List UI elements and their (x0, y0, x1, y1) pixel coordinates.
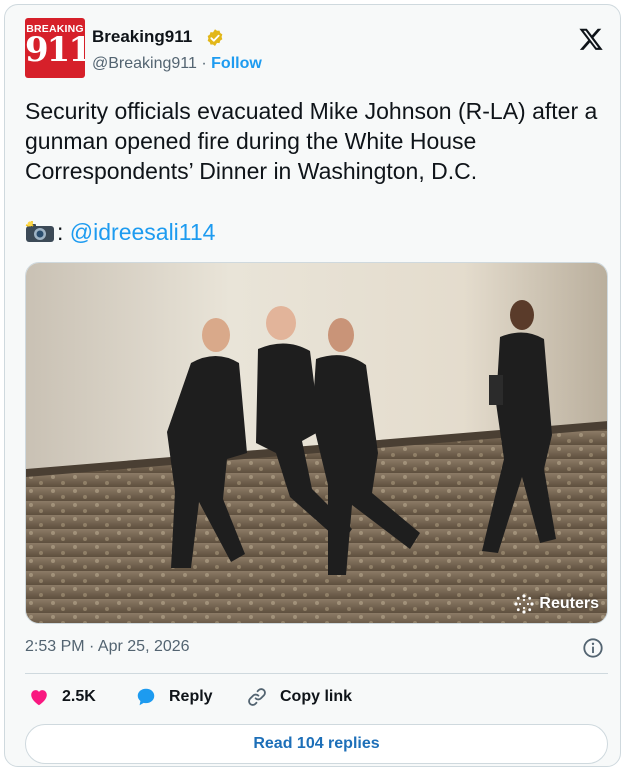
read-replies-button[interactable]: Read 104 replies (25, 724, 608, 764)
tweet-photo[interactable]: Reuters (25, 262, 608, 624)
copy-link-button[interactable]: Copy link (246, 686, 352, 708)
photo-credit: : @idreesali114 (25, 217, 215, 247)
reuters-watermark: Reuters (513, 593, 599, 615)
like-button[interactable]: 2.5K (28, 686, 96, 708)
author-handle[interactable]: @Breaking911 (92, 55, 197, 72)
verified-badge-icon (207, 29, 223, 46)
photo-image (26, 263, 607, 623)
avatar[interactable]: BREAKING 911 (25, 18, 85, 78)
handle-separator: · (201, 55, 207, 72)
credit-separator: : (57, 219, 64, 245)
like-count: 2.5K (62, 688, 96, 705)
info-icon[interactable] (582, 637, 604, 659)
handle-row: @Breaking911 · Follow (92, 55, 262, 73)
reply-button[interactable]: Reply (135, 686, 213, 708)
heart-icon (31, 690, 47, 706)
reply-bubble-icon (137, 688, 155, 706)
camera-flash-icon (25, 221, 54, 242)
credit-link[interactable]: @idreesali114 (70, 219, 216, 245)
copy-link-label: Copy link (280, 688, 353, 705)
link-icon (248, 688, 266, 706)
divider (25, 673, 608, 674)
tweet-timestamp[interactable]: 2:53 PM · Apr 25, 2026 (25, 638, 190, 656)
reply-label: Reply (169, 688, 213, 705)
follow-button[interactable]: Follow (211, 55, 262, 72)
watermark-text: Reuters (539, 595, 599, 612)
author-name[interactable]: Breaking911 (92, 27, 192, 47)
x-logo-icon[interactable] (578, 26, 604, 52)
avatar-number: 911 (25, 30, 85, 70)
reuters-logo-icon (514, 594, 535, 614)
tweet-text: Security officials evacuated Mike Johnso… (25, 98, 598, 184)
